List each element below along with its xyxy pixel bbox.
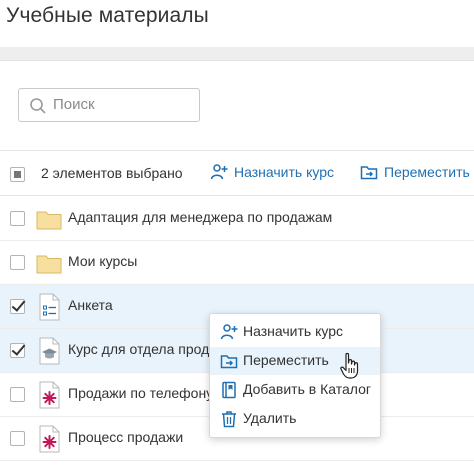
- menu-item-label: Переместить: [243, 352, 329, 368]
- row-checkbox[interactable]: [10, 299, 25, 314]
- item-label[interactable]: Анкета: [68, 297, 113, 313]
- assign-course-button[interactable]: Назначить курс: [210, 163, 334, 181]
- item-label[interactable]: Адаптация для менеджера по продажам: [68, 209, 332, 225]
- move-label: Переместить: [384, 164, 470, 180]
- item-label[interactable]: Продажи по телефону: [68, 385, 213, 401]
- folder-icon: [36, 211, 62, 230]
- selected-count: 2 элементов выбрано: [41, 165, 183, 181]
- bulk-action-bar: 2 элементов выбрано Назначить курс Перем…: [0, 150, 474, 196]
- assign-course-label: Назначить курс: [234, 164, 334, 180]
- assign-user-icon: [210, 164, 228, 180]
- page-title: Учебные материалы: [6, 4, 209, 27]
- row-checkbox[interactable]: [10, 211, 25, 226]
- menu-item-delete[interactable]: Удалить: [210, 405, 380, 433]
- move-folder-icon: [220, 355, 238, 369]
- course-graduation-cap-icon: [39, 337, 60, 365]
- assign-user-icon: [220, 324, 238, 340]
- row-checkbox[interactable]: [10, 431, 25, 446]
- list-item[interactable]: Адаптация для менеджера по продажам: [0, 197, 474, 241]
- item-label[interactable]: Мои курсы: [68, 253, 137, 269]
- folder-icon: [36, 255, 62, 274]
- select-all-checkbox[interactable]: [10, 167, 25, 182]
- menu-item-assign-course[interactable]: Назначить курс: [210, 318, 380, 346]
- menu-item-label: Добавить в Каталог: [243, 381, 371, 397]
- form-document-icon: [39, 293, 60, 321]
- menu-item-add-to-catalog[interactable]: Добавить в Каталог: [210, 376, 380, 404]
- menu-item-label: Удалить: [243, 410, 297, 426]
- list-item[interactable]: Мои курсы: [0, 241, 474, 285]
- search-icon: [30, 98, 46, 114]
- row-checkbox[interactable]: [10, 343, 25, 358]
- menu-item-label: Назначить курс: [243, 323, 343, 339]
- search-input[interactable]: Поиск: [18, 88, 200, 122]
- row-checkbox[interactable]: [10, 387, 25, 402]
- row-checkbox[interactable]: [10, 255, 25, 270]
- catalog-book-icon: [222, 381, 236, 399]
- trash-icon: [222, 411, 236, 428]
- header-divider-band: [0, 47, 474, 61]
- move-folder-icon: [360, 166, 378, 180]
- search-placeholder: Поиск: [53, 96, 95, 113]
- presentation-file-icon: [39, 381, 60, 409]
- move-button[interactable]: Переместить: [360, 163, 470, 181]
- item-label[interactable]: Процесс продажи: [68, 429, 183, 445]
- item-label[interactable]: Курс для отдела продаж: [68, 341, 226, 357]
- presentation-file-icon: [39, 425, 60, 453]
- hand-cursor-icon: [340, 352, 359, 379]
